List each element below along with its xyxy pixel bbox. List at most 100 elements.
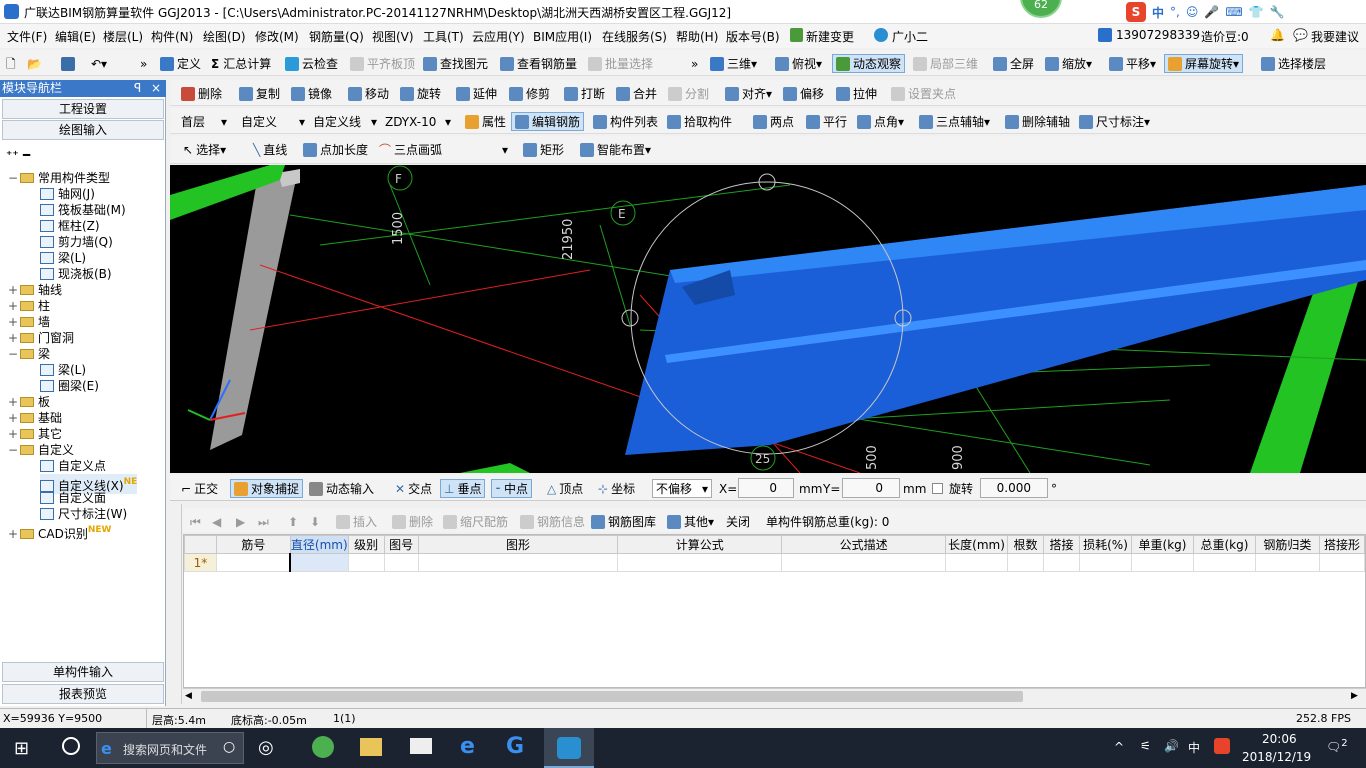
align-slab-button[interactable]: 平齐板顶: [347, 54, 418, 73]
tree-item[interactable]: 现浇板(B): [40, 266, 112, 282]
coordinate-snap[interactable]: ⊹ 坐标: [595, 479, 638, 498]
break-button[interactable]: 打断: [561, 84, 608, 103]
move-down-icon[interactable]: ⬇: [307, 512, 323, 531]
first-record-icon[interactable]: ⏮: [187, 512, 204, 531]
tree-item[interactable]: 筏板基础(M): [40, 202, 126, 218]
rectangle-button[interactable]: 矩形: [520, 140, 567, 159]
floor-select[interactable]: 首层 ▾: [178, 112, 230, 131]
grid-cell[interactable]: [945, 553, 1009, 572]
trim-button[interactable]: 修剪: [506, 84, 553, 103]
category-select[interactable]: 自定义 ▾: [238, 112, 308, 131]
grid-cell[interactable]: [1192, 553, 1256, 572]
tree-item[interactable]: − 自定义: [8, 442, 74, 458]
column-header[interactable]: 计算公式: [617, 535, 783, 554]
tree-item[interactable]: 圈梁(E): [40, 378, 99, 394]
top-view-dropdown[interactable]: 俯视 ▾: [772, 54, 825, 73]
notification-badge[interactable]: 62: [1020, 0, 1062, 18]
tree-item[interactable]: + 其它: [8, 426, 62, 442]
expand-toggle-icon[interactable]: +: [8, 330, 18, 346]
expand-toggle-icon[interactable]: +: [8, 410, 18, 426]
prev-record-icon[interactable]: ◀: [209, 512, 224, 531]
other-dropdown[interactable]: 其他 ▾: [664, 512, 717, 531]
grid-cell[interactable]: [1254, 553, 1320, 572]
line-button[interactable]: ╲ 直线: [250, 140, 290, 159]
smart-layout-dropdown[interactable]: 智能布置 ▾: [577, 140, 654, 159]
tree-item[interactable]: 梁(L): [40, 250, 86, 266]
intersection-snap[interactable]: ✕ 交点: [392, 479, 435, 498]
vertex-snap[interactable]: △ 顶点: [544, 479, 586, 498]
screen-rotate-dropdown[interactable]: 屏幕旋转 ▾: [1164, 54, 1244, 73]
tree-item[interactable]: 框柱(Z): [40, 218, 100, 234]
active-app-tile[interactable]: [544, 728, 594, 768]
grid-cell[interactable]: [781, 553, 947, 572]
tree-item[interactable]: 自定义点: [40, 458, 106, 474]
scale-rebar-button[interactable]: 缩尺配筋: [440, 512, 511, 531]
report-preview-button[interactable]: 报表预览: [2, 684, 164, 704]
column-header[interactable]: 钢筋归类: [1254, 535, 1320, 554]
expand-toggle-icon[interactable]: −: [8, 346, 18, 362]
menu-tools[interactable]: 工具(T): [423, 28, 464, 45]
grid-cell[interactable]: [1043, 553, 1081, 572]
keyboard-icon[interactable]: ⌨: [1225, 5, 1242, 19]
grid-cell[interactable]: [383, 553, 419, 572]
tree-item[interactable]: + 墙: [8, 314, 50, 330]
merge-button[interactable]: 合并: [613, 84, 660, 103]
column-header[interactable]: 搭接形: [1318, 535, 1366, 554]
offset-button[interactable]: 偏移: [780, 84, 827, 103]
perpendicular-snap[interactable]: ⊥ 垂点: [440, 479, 486, 498]
expand-toggle-icon[interactable]: +: [8, 314, 18, 330]
mirror-button[interactable]: 镜像: [288, 84, 335, 103]
menu-cloud[interactable]: 云应用(Y): [472, 28, 525, 45]
set-grip-button[interactable]: 设置夹点: [888, 84, 959, 103]
scroll-right-icon[interactable]: ▶: [1351, 691, 1358, 701]
tree-item[interactable]: 剪力墙(Q): [40, 234, 113, 250]
menu-edit[interactable]: 编辑(E): [55, 28, 96, 45]
suggest-link[interactable]: 我要建议: [1311, 28, 1359, 45]
column-header[interactable]: 公式描述: [781, 535, 947, 554]
menu-bim[interactable]: BIM应用(I): [533, 28, 592, 45]
glodon-icon[interactable]: G: [506, 734, 524, 759]
expand-toggle-icon[interactable]: −: [8, 442, 18, 458]
menu-version[interactable]: 版本号(B): [726, 28, 780, 45]
sum-button[interactable]: Σ 汇总计算: [208, 54, 274, 73]
single-component-button[interactable]: 单构件输入: [2, 662, 164, 682]
3d-viewport[interactable]: F E 25 1500 21950 500 900: [170, 165, 1366, 473]
more-icon[interactable]: »: [688, 54, 701, 73]
tree-item[interactable]: + 柱: [8, 298, 50, 314]
delete-button[interactable]: 删除: [178, 84, 225, 103]
column-header[interactable]: 损耗(%): [1079, 535, 1132, 554]
network-icon[interactable]: ⚟: [1140, 739, 1151, 753]
tree-item[interactable]: − 梁: [8, 346, 50, 362]
rotate-checkbox[interactable]: [932, 483, 943, 494]
pan-dropdown[interactable]: 平移 ▾: [1106, 54, 1159, 73]
insert-button[interactable]: 插入: [333, 512, 380, 531]
expand-toggle-icon[interactable]: +: [8, 298, 18, 314]
grid-cell[interactable]: [1007, 553, 1045, 572]
fullscreen-button[interactable]: 全屏: [990, 54, 1037, 73]
more-icon[interactable]: »: [137, 54, 150, 73]
y-input[interactable]: 0: [842, 478, 900, 498]
component-list-button[interactable]: 构件列表: [590, 112, 661, 131]
grid-cell[interactable]: [289, 553, 349, 572]
mail-icon[interactable]: [410, 738, 432, 754]
row-number[interactable]: 1*: [184, 553, 217, 572]
select-dropdown[interactable]: ↖ 选择 ▾: [180, 140, 229, 159]
dimension-dropdown[interactable]: 尺寸标注 ▾: [1076, 112, 1153, 131]
find-element-button[interactable]: 查找图元: [420, 54, 491, 73]
view-rebar-button[interactable]: 查看钢筋量: [497, 54, 580, 73]
extend-button[interactable]: 延伸: [453, 84, 500, 103]
bell-icon[interactable]: 🔔: [1270, 28, 1285, 42]
rebar-info-button[interactable]: 钢筋信息: [517, 512, 588, 531]
grid-cell[interactable]: [347, 553, 385, 572]
midpoint-snap[interactable]: ⁃ 中点: [491, 479, 533, 498]
property-button[interactable]: 属性: [462, 112, 509, 131]
column-header[interactable]: 总重(kg): [1192, 535, 1256, 554]
pick-component-button[interactable]: 拾取构件: [664, 112, 735, 131]
grid-cell[interactable]: [1131, 553, 1194, 572]
menu-help[interactable]: 帮助(H): [676, 28, 718, 45]
object-snap-toggle[interactable]: 对象捕捉: [230, 479, 304, 498]
shirt-icon[interactable]: 👕: [1249, 5, 1264, 19]
file-explorer-icon[interactable]: [360, 738, 382, 756]
copy-button[interactable]: 复制: [236, 84, 283, 103]
parallel-button[interactable]: 平行: [803, 112, 850, 131]
